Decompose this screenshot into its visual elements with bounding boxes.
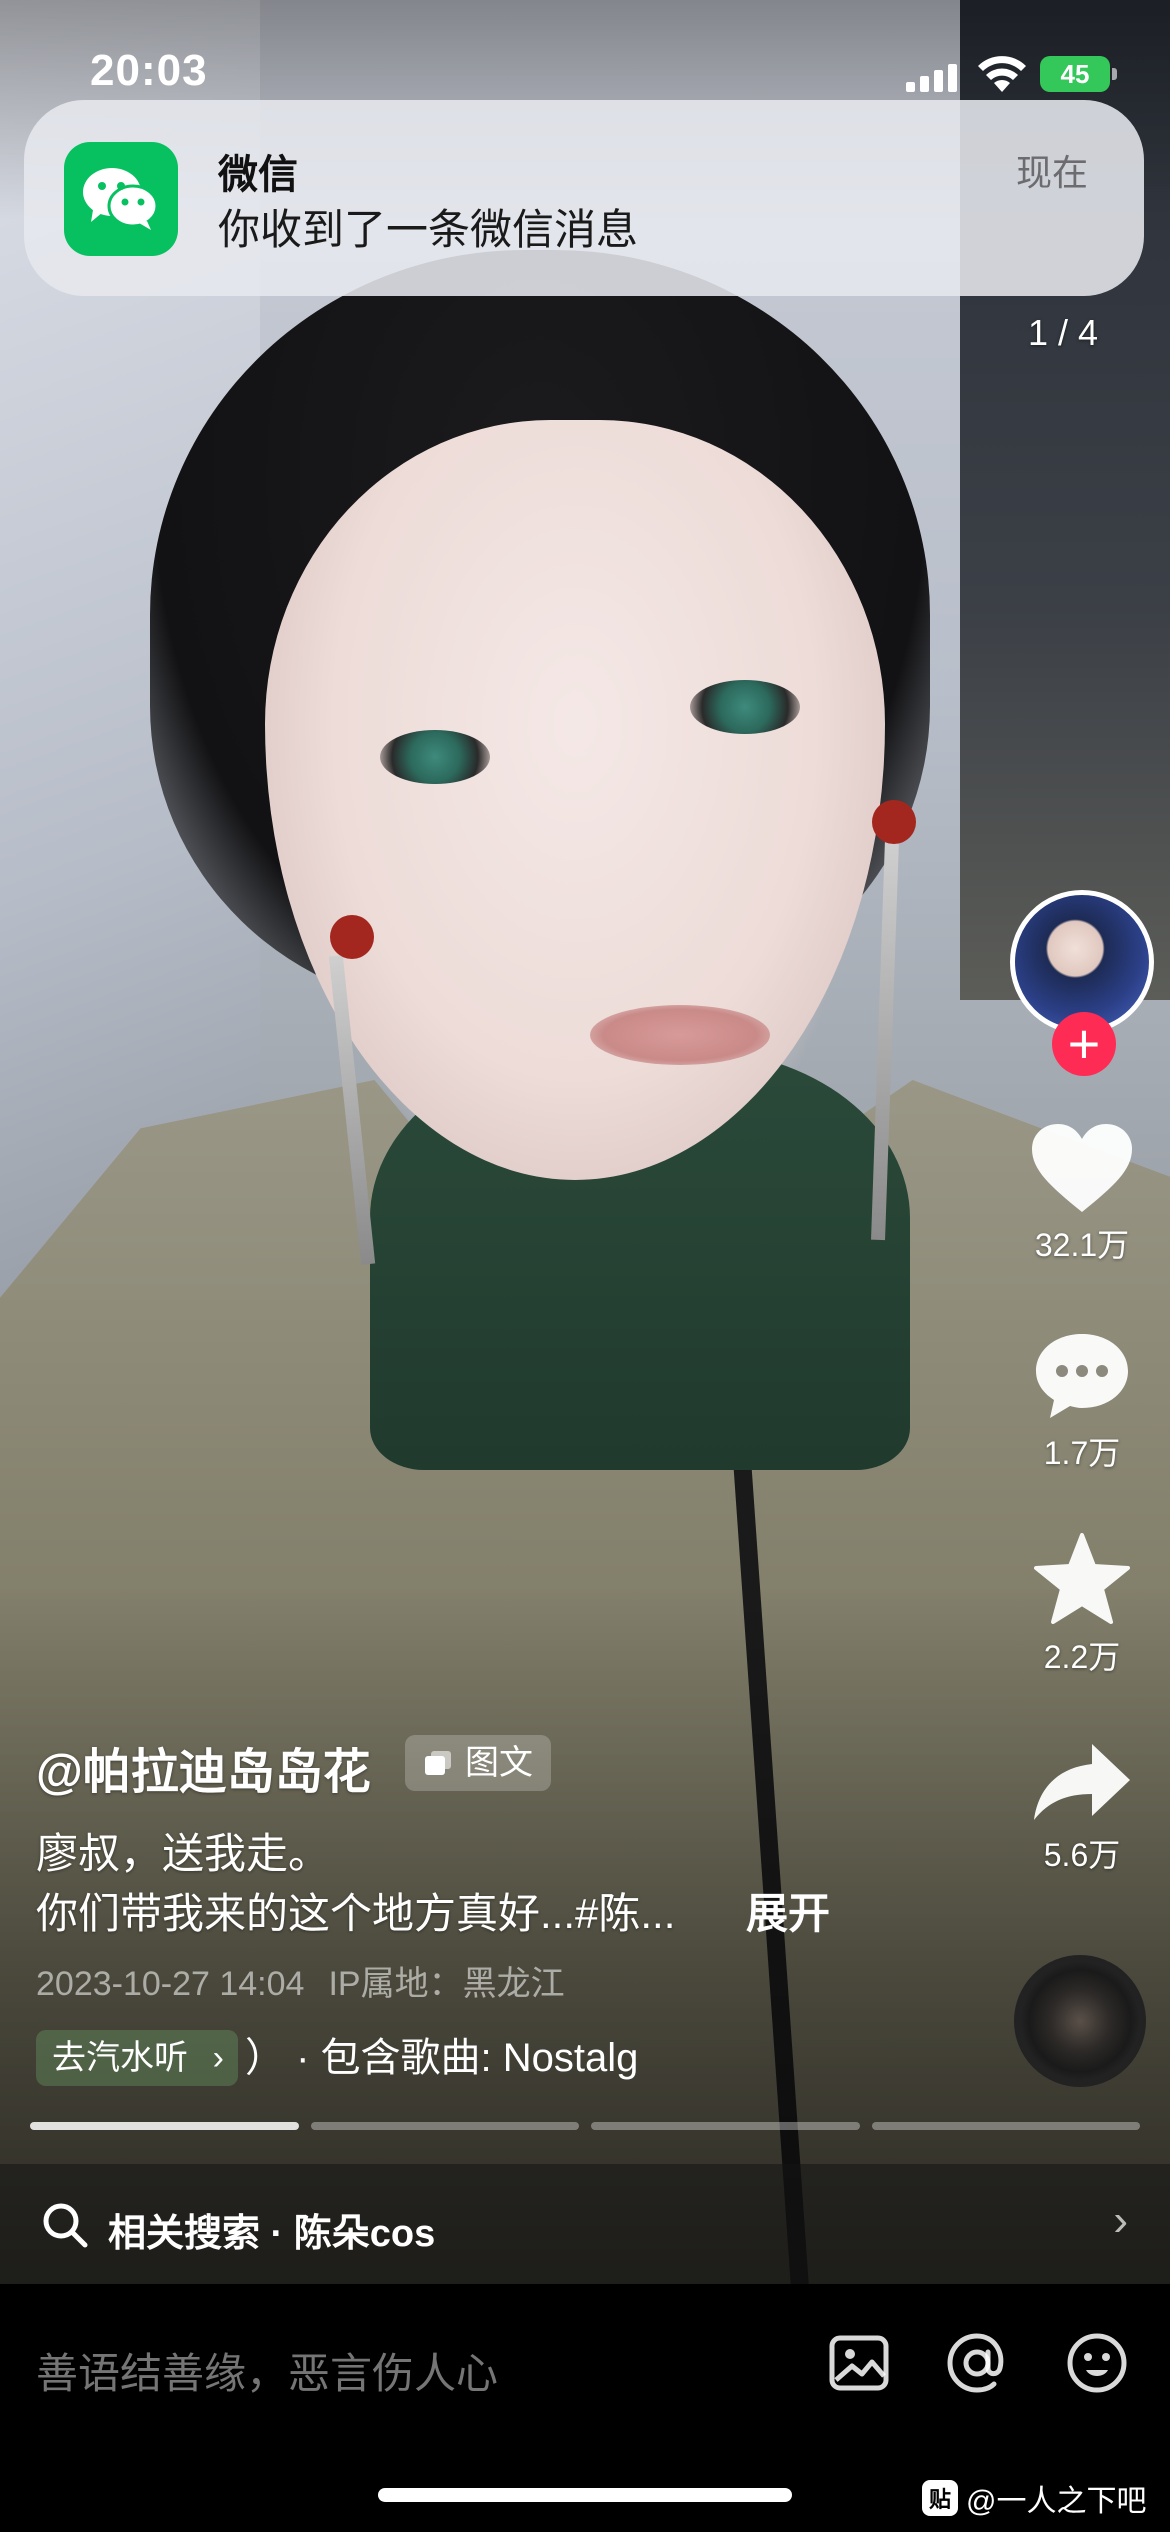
comment-count: 1.7万 (1043, 1435, 1121, 1471)
caption-line-1: 廖叔，送我走。 (36, 1830, 331, 1877)
related-search-bar[interactable]: 相关搜索 · 陈朵cos › (0, 2164, 1170, 2284)
music-disc[interactable] (1014, 1955, 1146, 2087)
heart-icon (1032, 1124, 1132, 1212)
like-button[interactable]: 32.1万 (1000, 1122, 1164, 1266)
progress-segment (310, 2122, 579, 2130)
mention-icon[interactable] (944, 2330, 1010, 2396)
cellular-signal-icon (906, 62, 957, 92)
image-picker-icon[interactable] (826, 2330, 892, 2396)
post-meta: 2023-10-27 14:04 IP属地：黑龙江 (36, 1956, 565, 2005)
post-photo[interactable] (0, 0, 1170, 2285)
comment-input[interactable] (36, 2336, 796, 2412)
ip-location: IP属地：黑龙江 (328, 1965, 565, 2003)
share-count: 5.6万 (1043, 1837, 1121, 1873)
emoji-icon[interactable] (1064, 2330, 1130, 2396)
wechat-notification[interactable]: 微信 你收到了一条微信消息 现在 (24, 100, 1144, 296)
song-info[interactable]: ） · 包含歌曲: Nostalg (245, 2030, 638, 2086)
progress-segment (871, 2122, 1140, 2130)
star-icon (1034, 1533, 1130, 1624)
notification-time: 现在 (1015, 152, 1088, 193)
share-button[interactable]: 5.6万 (1000, 1740, 1164, 1876)
notification-message: 你收到了一条微信消息 (218, 206, 639, 253)
search-icon (43, 2203, 88, 2248)
photo-earring-left (330, 915, 374, 959)
status-time: 20:03 (90, 46, 208, 95)
watermark: 贴 @一人之下吧 (922, 2476, 1146, 2520)
watermark-text: @一人之下吧 (966, 2485, 1147, 2518)
post-type-tag: 图文 (405, 1735, 551, 1791)
home-indicator[interactable] (378, 2488, 792, 2502)
notification-app-name: 微信 (218, 153, 298, 197)
photo-lips (590, 1005, 770, 1065)
favorite-button[interactable]: 2.2万 (1000, 1532, 1164, 1678)
comment-button[interactable]: 1.7万 (1000, 1330, 1164, 1474)
progress-segment (30, 2122, 299, 2130)
image-pager: 1 / 4 (1028, 312, 1099, 353)
favorite-count: 2.2万 (1043, 1639, 1121, 1675)
related-search-label: 相关搜索 · 陈朵cos (108, 2213, 436, 2255)
battery-level: 45 (1060, 58, 1090, 89)
photo-earring-right (872, 800, 916, 844)
share-arrow-icon (1034, 1744, 1130, 1820)
photo-eye-right (690, 680, 800, 734)
photo-eye-left (380, 730, 490, 784)
photo-face (265, 420, 885, 1180)
music-link-label: 去汽水听 (52, 2039, 188, 2077)
like-count: 32.1万 (1034, 1227, 1130, 1263)
follow-button[interactable]: + (1052, 1012, 1116, 1076)
chevron-right-icon: › (212, 2039, 224, 2077)
battery-icon: 45 (1040, 56, 1117, 92)
comment-icon (1036, 1334, 1128, 1418)
image-text-icon (425, 1751, 451, 1775)
post-date: 2023-10-27 14:04 (36, 1965, 305, 2003)
tieba-logo-icon: 贴 (922, 2480, 958, 2516)
image-progress-segments (30, 2122, 1140, 2130)
progress-segment (591, 2122, 860, 2130)
chevron-right-icon: › (1113, 2196, 1128, 2245)
expand-caption-button[interactable]: 展开 (746, 1880, 830, 1941)
wifi-icon (978, 56, 1026, 92)
caption-line-2: 你们带我来的这个地方真好...#陈... (36, 1890, 676, 1937)
post-type-label: 图文 (465, 1744, 533, 1782)
wechat-icon (64, 142, 178, 256)
music-link-chip[interactable]: 去汽水听 › (36, 2030, 238, 2086)
author-name[interactable]: @帕拉迪岛岛花 (36, 1732, 371, 1802)
